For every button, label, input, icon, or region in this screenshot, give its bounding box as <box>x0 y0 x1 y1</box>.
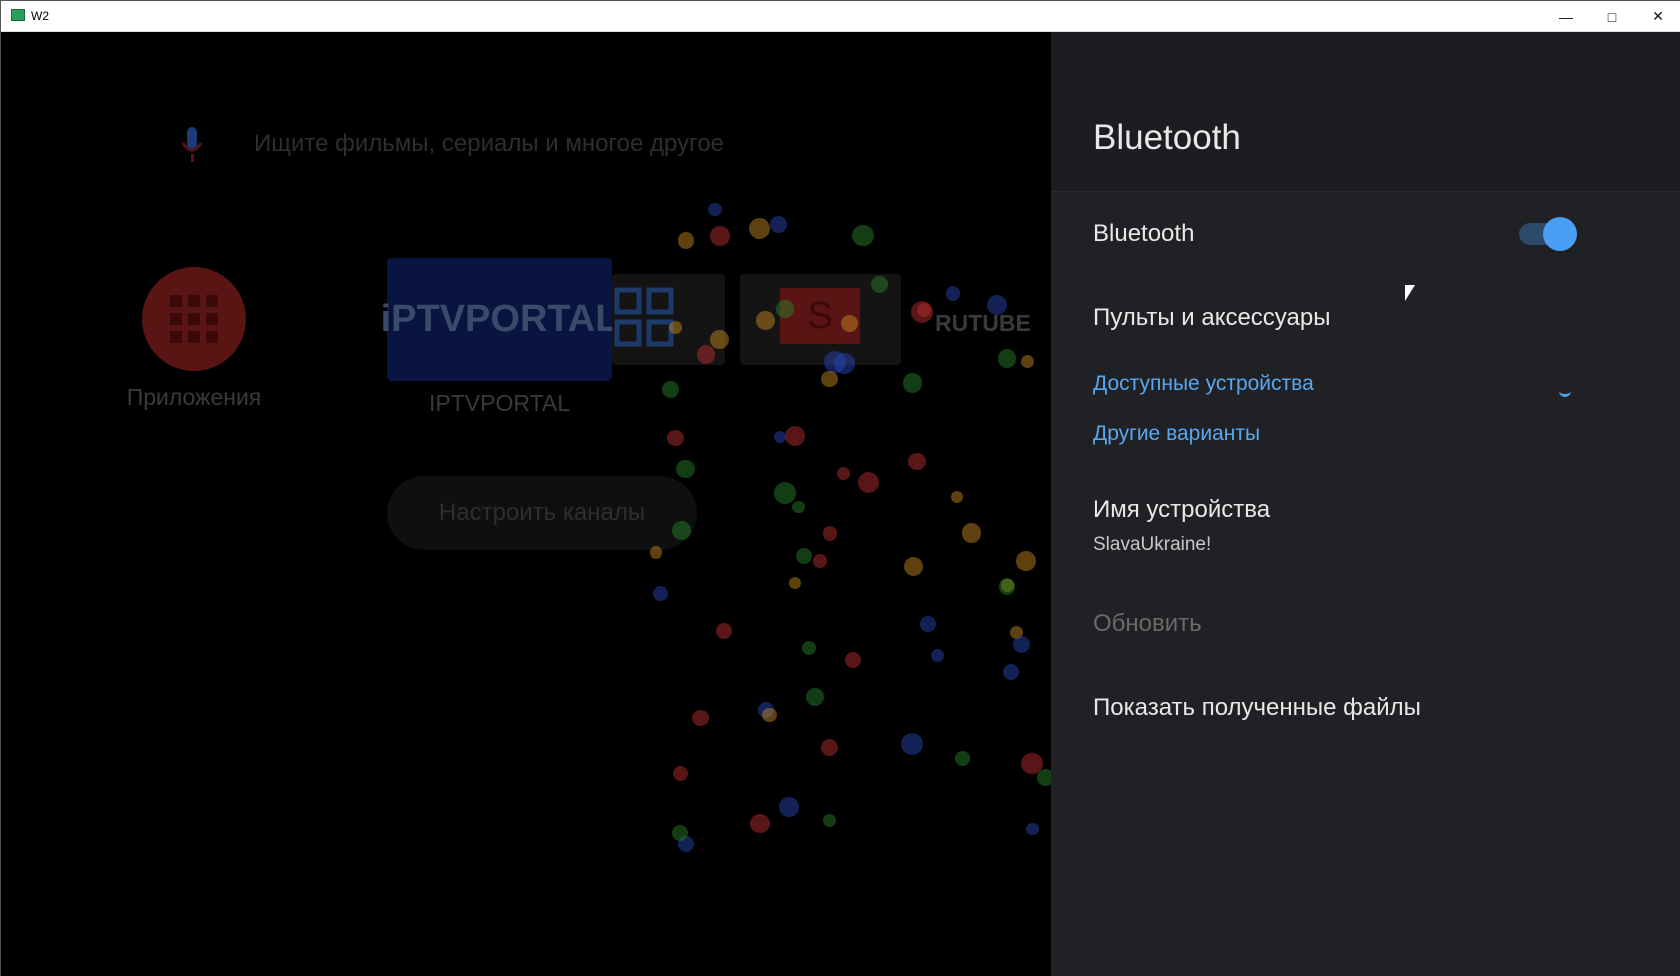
bokeh-light <box>823 813 837 827</box>
apps-button[interactable] <box>142 267 246 371</box>
bokeh-light <box>792 500 805 514</box>
bokeh-light <box>911 300 934 323</box>
device-name-item[interactable]: Имя устройства <box>1093 496 1270 524</box>
apps-label: Приложения <box>126 384 262 410</box>
bokeh-light <box>749 217 771 239</box>
panel-header: Bluetooth <box>1051 32 1680 192</box>
available-devices-header: Доступные устройства <box>1093 372 1314 395</box>
bokeh-light <box>653 586 669 602</box>
window-titlebar: W2 — □ ✕ <box>1 1 1680 32</box>
setup-channels-button[interactable]: Настроить каналы <box>387 476 697 550</box>
bokeh-light <box>1026 822 1039 836</box>
bokeh-light <box>951 490 964 503</box>
window-title: W2 <box>31 9 49 23</box>
bluetooth-toggle[interactable] <box>1519 217 1577 251</box>
bokeh-light <box>812 554 827 569</box>
bluetooth-settings-panel: Bluetooth Bluetooth Пульты и аксессуары … <box>1051 32 1680 976</box>
bokeh-light <box>776 300 794 318</box>
bokeh-light <box>762 707 777 723</box>
bokeh-light <box>903 373 923 393</box>
bokeh-light <box>908 452 926 471</box>
bokeh-light <box>692 709 709 727</box>
bokeh-light <box>672 765 689 782</box>
page-title: Bluetooth <box>1093 118 1241 157</box>
bokeh-light <box>750 814 770 834</box>
bokeh-light <box>667 429 685 447</box>
other-options-link[interactable]: Другие варианты <box>1093 422 1260 446</box>
home-screen: Ищите фильмы, сериалы и многое другое Пр… <box>1 32 1051 976</box>
bokeh-light <box>788 576 801 589</box>
app-icon <box>11 9 25 21</box>
bokeh-light <box>672 521 691 540</box>
bokeh-light <box>710 330 729 349</box>
search-input[interactable]: Ищите фильмы, сериалы и многое другое <box>254 130 724 158</box>
bokeh-light <box>997 349 1017 368</box>
bokeh-light <box>662 380 680 398</box>
bokeh-light <box>802 640 817 656</box>
bokeh-light <box>998 577 1016 595</box>
bokeh-light <box>708 202 722 216</box>
bokeh-light <box>676 460 695 479</box>
bokeh-light <box>833 353 855 374</box>
bokeh-light <box>677 232 695 249</box>
bokeh-light <box>903 556 923 577</box>
bokeh-light <box>1002 663 1020 681</box>
maximize-icon[interactable]: □ <box>1589 1 1635 32</box>
bokeh-light <box>901 732 924 755</box>
bokeh-light <box>716 622 733 639</box>
bokeh-light <box>961 523 982 543</box>
bokeh-light <box>773 430 786 444</box>
bokeh-light <box>851 224 874 247</box>
bokeh-light <box>1037 769 1051 786</box>
show-received-files-item[interactable]: Показать полученные файлы <box>1093 694 1421 722</box>
bokeh-light <box>1020 354 1034 368</box>
bokeh-light <box>930 648 945 663</box>
bluetooth-toggle-label[interactable]: Bluetooth <box>1093 220 1194 248</box>
bokeh-light <box>779 797 799 817</box>
bokeh-light <box>774 482 796 505</box>
bokeh-light <box>785 426 805 446</box>
bokeh-light <box>669 321 682 335</box>
bokeh-light <box>805 687 824 706</box>
bokeh-light <box>756 311 775 330</box>
bokeh-light <box>870 275 888 293</box>
bokeh-light <box>822 526 838 541</box>
mouse-cursor-icon <box>1405 285 1415 301</box>
bokeh-light <box>836 467 851 481</box>
minimize-icon[interactable]: — <box>1543 1 1589 32</box>
bokeh-light <box>671 824 689 841</box>
bokeh-light <box>710 225 731 247</box>
bokeh-light <box>649 545 663 559</box>
tile-label: IPTVPORTAL <box>428 390 571 416</box>
bokeh-light <box>696 345 716 364</box>
tile-iptvportal[interactable]: iPTVPORTAL <box>381 258 618 381</box>
microphone-icon[interactable] <box>181 127 203 163</box>
bokeh-light <box>795 547 813 564</box>
device-name-value: SlavaUkraine! <box>1093 534 1212 555</box>
bokeh-light <box>821 370 838 388</box>
iptvportal-logo: iPTVPORTAL <box>380 298 619 340</box>
remotes-accessories-item[interactable]: Пульты и аксессуары <box>1093 304 1330 332</box>
bokeh-light <box>845 651 862 668</box>
bokeh-light <box>945 286 960 301</box>
bokeh-light <box>955 751 971 767</box>
bokeh-light <box>820 738 838 756</box>
bokeh-light <box>1012 635 1030 653</box>
bokeh-light <box>857 471 879 493</box>
close-icon[interactable]: ✕ <box>1635 1 1680 32</box>
bokeh-light <box>1016 550 1036 571</box>
bokeh-light <box>920 616 937 633</box>
refresh-item: Обновить <box>1093 610 1202 637</box>
bokeh-light <box>770 215 788 234</box>
rutube-logo[interactable]: RUTUBE <box>935 310 1031 337</box>
